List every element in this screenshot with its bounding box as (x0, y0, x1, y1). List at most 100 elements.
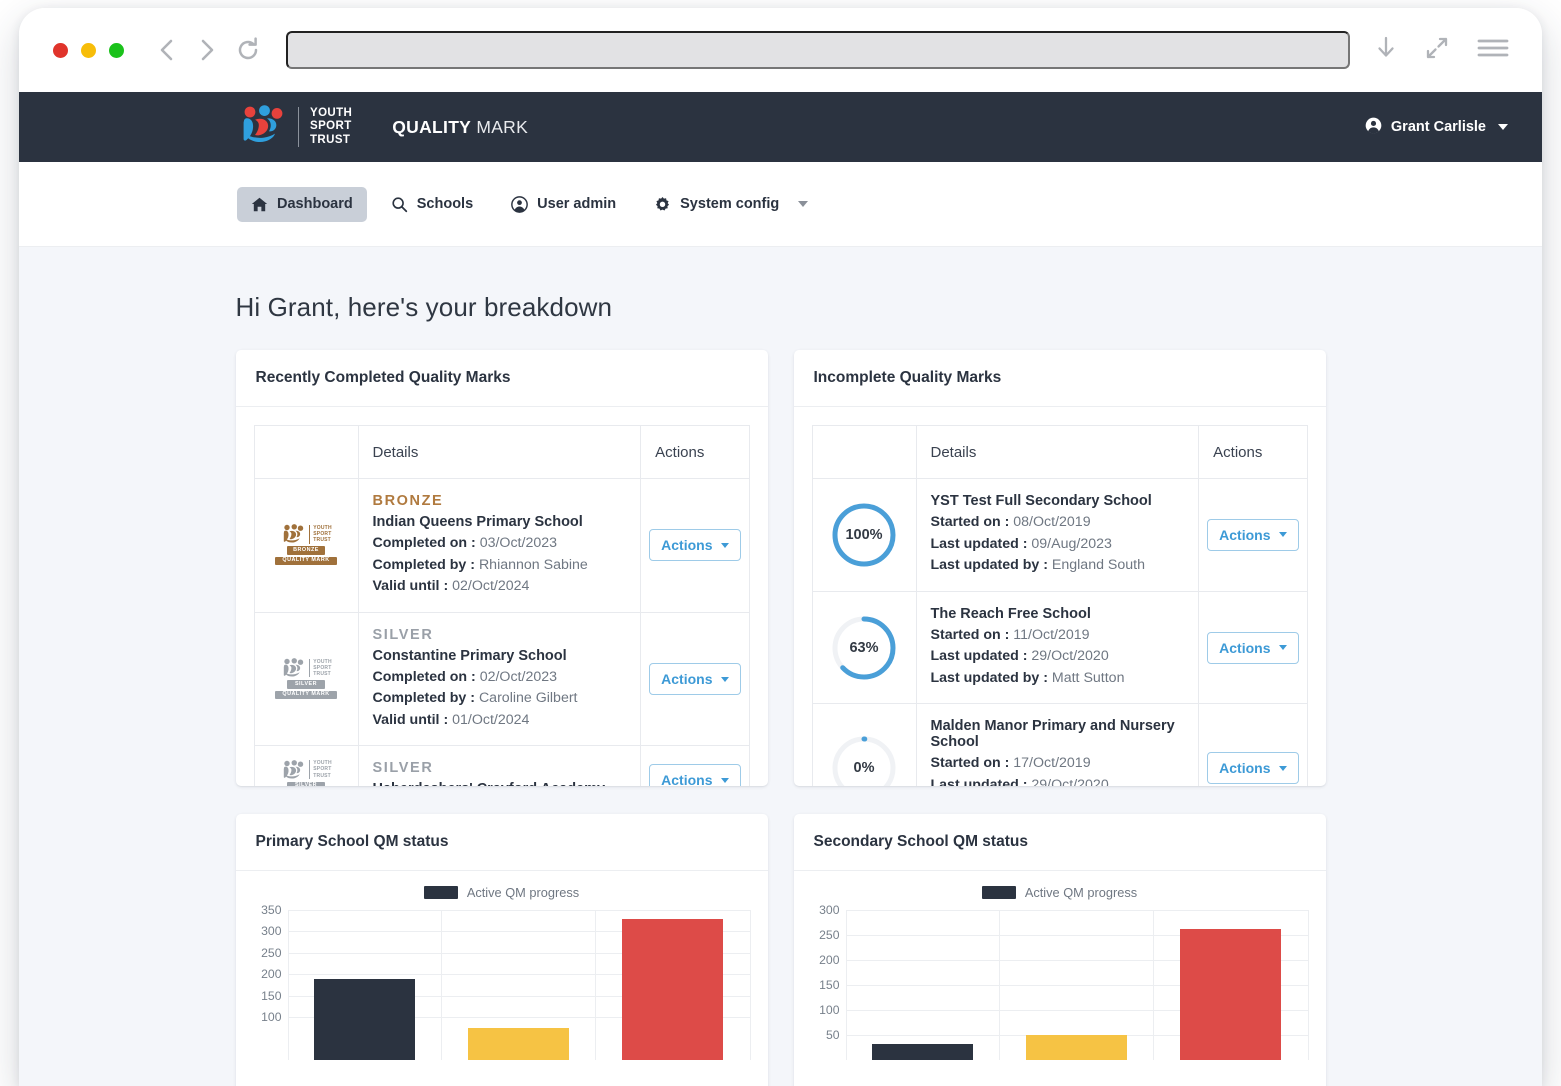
badge-word-trust: TRUST (313, 537, 331, 544)
chart-bar (621, 919, 724, 1060)
table-header-row: Details Actions (253, 425, 750, 479)
field-label: Valid until : (372, 711, 449, 728)
download-arrow-icon[interactable] (1374, 35, 1398, 66)
recently-completed-card: Recently Completed Quality Marks Details… (235, 350, 768, 786)
actions-button-label: Actions (661, 537, 713, 554)
yst-mark-icon (237, 104, 287, 150)
actions-button[interactable]: Actions (649, 529, 741, 562)
actions-button[interactable]: Actions (1207, 518, 1299, 551)
column-header-actions: Actions (1198, 425, 1308, 479)
quality-mark-badge-bronze: YOUTH SPORT TRUST BRONZE QUALITY MARK (275, 524, 337, 566)
chart-bar (1179, 928, 1282, 1060)
close-window-button[interactable] (53, 42, 68, 58)
secondary-chart-title: Secondary School QM status (793, 814, 1326, 871)
school-name: Haberdashers' Crayford Academy (373, 781, 627, 786)
dashboard-grid: Recently Completed Quality Marks Details… (235, 350, 1326, 1086)
page-title: Hi Grant, here's your breakdown (235, 292, 613, 322)
nav-item-dashboard[interactable]: Dashboard (237, 186, 367, 222)
logo-word-trust: TRUST (310, 133, 351, 146)
home-icon (251, 196, 268, 213)
row-meta: Started on : 08/Oct/2019 Last updated : … (931, 512, 1185, 577)
primary-school-qm-status-card: Primary School QM status Active QM progr… (235, 814, 768, 1086)
user-menu[interactable]: Grant Carlisle (1365, 117, 1508, 138)
chart-bar (467, 1027, 570, 1060)
browser-nav-buttons (156, 37, 260, 63)
chart-y-axis: 300 250 200 150 100 50 (812, 903, 846, 1060)
table-row: 0% Malden Manor Primary and Nursery Scho… (811, 703, 1308, 786)
y-axis-tick-label: 100 (261, 1010, 282, 1025)
reload-icon[interactable] (236, 37, 260, 63)
field-label: Last updated : (930, 535, 1028, 552)
expand-arrows-icon[interactable] (1424, 35, 1450, 66)
progress-ring: 100% (830, 501, 898, 569)
secondary-school-qm-status-card: Secondary School QM status Active QM pro… (793, 814, 1326, 1086)
hamburger-menu-icon[interactable] (1476, 35, 1510, 66)
user-name-label: Grant Carlisle (1390, 119, 1486, 135)
yst-wordmark: YOUTH SPORT TRUST (298, 106, 352, 148)
forward-icon[interactable] (196, 37, 218, 63)
minimize-window-button[interactable] (81, 42, 96, 58)
field-value: Rhiannon Sabine (478, 556, 588, 573)
row-meta: Completed on : 03/Oct/2023 Completed by … (373, 533, 627, 598)
bar-slot (288, 910, 442, 1060)
column-header-details: Details (915, 425, 1200, 479)
main-nav: Dashboard Schools User admin System conf… (19, 162, 1542, 247)
nav-item-schools[interactable]: Schools (377, 187, 487, 222)
actions-button[interactable]: Actions (649, 663, 741, 696)
app-title-light: MARK (476, 116, 529, 137)
field-value: 03/Oct/2023 (479, 535, 558, 551)
actions-button[interactable]: Actions (1207, 631, 1299, 664)
chart-bar (1025, 1035, 1128, 1060)
field-value: 29/Oct/2020 (1031, 777, 1109, 786)
chevron-down-icon (1498, 124, 1508, 130)
incomplete-title: Incomplete Quality Marks (793, 350, 1326, 407)
actions-button[interactable]: Actions (649, 764, 741, 786)
nav-item-system-config[interactable]: System config (640, 187, 822, 222)
field-label: Completed by : (372, 690, 475, 707)
actions-button[interactable]: Actions (1207, 752, 1299, 785)
nav-label-schools: Schools (416, 196, 474, 212)
progress-ring: 0% (830, 734, 898, 786)
progress-percent-label: 100% (845, 526, 883, 543)
table-row: YOUTH SPORT TRUST SILVER QUALITY MARK (253, 745, 750, 786)
field-label: Last updated by : (930, 669, 1048, 686)
progress-percent-label: 63% (849, 639, 879, 656)
actions-button-label: Actions (1219, 760, 1271, 777)
chart-bars (846, 910, 1308, 1060)
chart-bars (288, 910, 750, 1060)
field-label: Last updated : (930, 777, 1028, 786)
column-header-details: Details (357, 425, 642, 479)
school-name: Malden Manor Primary and Nursery School (930, 718, 1175, 751)
field-value: 11/Oct/2019 (1013, 626, 1090, 643)
recently-completed-title: Recently Completed Quality Marks (235, 350, 768, 407)
field-label: Last updated by : (930, 557, 1048, 574)
logo-word-sport: SPORT (310, 120, 352, 133)
chevron-down-icon (720, 777, 729, 783)
address-bar[interactable] (286, 31, 1350, 69)
school-name: The Reach Free School (930, 605, 1091, 622)
field-value: Caroline Gilbert (478, 690, 578, 707)
field-value: England South (1051, 557, 1145, 574)
app-title: QUALITY MARK (392, 117, 528, 138)
field-value: 08/Oct/2019 (1013, 514, 1091, 530)
chevron-down-icon (720, 676, 729, 682)
nav-item-user-admin[interactable]: User admin (497, 187, 630, 222)
award-level: BRONZE (372, 493, 444, 509)
quality-mark-badge-silver: YOUTH SPORT TRUST SILVER QUALITY MARK (275, 759, 337, 786)
field-label: Valid until : (372, 578, 449, 595)
quality-mark-badge-silver: YOUTH SPORT TRUST SILVER QUALITY MARK (275, 658, 337, 699)
field-value: 09/Aug/2023 (1031, 535, 1112, 552)
back-icon[interactable] (156, 37, 178, 63)
legend-swatch (981, 886, 1016, 899)
app-title-bold: QUALITY (392, 116, 472, 137)
school-name: YST Test Full Secondary School (930, 493, 1152, 509)
maximize-window-button[interactable] (109, 42, 124, 58)
actions-button-label: Actions (661, 671, 713, 688)
legend-swatch (423, 886, 458, 899)
field-value: 01/Oct/2024 (452, 711, 530, 728)
nav-label-system-config: System config (680, 196, 780, 212)
recently-completed-table: Details Actions YOUTH SPORT TRUST BRONZE… (253, 425, 750, 786)
field-value: 02/Oct/2024 (452, 578, 530, 595)
y-axis-tick-label: 300 (819, 903, 840, 917)
account-circle-icon (1365, 117, 1382, 138)
